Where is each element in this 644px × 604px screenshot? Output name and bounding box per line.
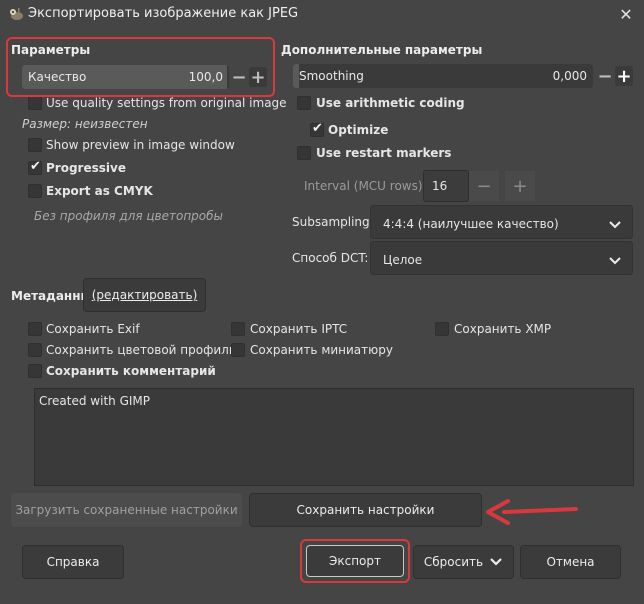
annotation-box-params [6,37,275,97]
save-defaults-button[interactable]: Сохранить настройки [249,493,482,527]
arithmetic-label: Use arithmetic coding [316,96,465,110]
show-preview-checkbox[interactable] [28,138,42,152]
show-preview-label: Show preview in image window [46,138,235,152]
progressive-checkbox[interactable] [28,159,42,175]
save-xmp-checkbox[interactable] [435,322,449,336]
dct-dropdown[interactable]: Целое [370,241,633,275]
help-button[interactable]: Справка [22,545,124,579]
interval-plus-button[interactable]: + [505,171,535,201]
subsampling-label: Subsampling [292,215,370,229]
interval-minus-button[interactable]: − [469,171,499,201]
save-comment-label: Сохранить комментарий [46,364,216,378]
subsampling-dropdown[interactable]: 4:4:4 (наилучшее качество) [370,205,633,239]
subsampling-value: 4:4:4 (наилучшее качество) [383,217,559,231]
cancel-button[interactable]: Отмена [520,545,621,579]
use-original-quality-label: Use quality settings from original image [46,96,287,110]
restart-markers-label: Use restart markers [316,146,452,160]
export-cmyk-checkbox[interactable] [28,184,42,198]
annotation-arrow-icon [486,499,578,525]
save-color-profile-checkbox[interactable] [28,343,42,357]
save-xmp-label: Сохранить XMP [454,322,552,336]
save-exif-checkbox[interactable] [28,322,42,336]
smoothing-slider[interactable]: Smoothing 0,000 [293,64,593,88]
progressive-label: Progressive [46,161,126,175]
close-icon[interactable]: ✕ [612,2,640,26]
arithmetic-checkbox[interactable] [297,96,311,110]
interval-input[interactable]: 16 [423,170,469,202]
reset-button[interactable]: Сбросить [413,545,514,579]
interval-label: Interval (MCU rows): [304,179,427,193]
profile-text: Без профиля для цветопробы [34,209,224,223]
save-thumbnail-checkbox[interactable] [231,343,245,357]
dct-value: Целое [383,253,423,267]
comment-textarea[interactable]: Created with GIMP [34,388,634,486]
size-text: Размер: неизвестен [22,117,148,131]
comment-text: Created with GIMP [39,394,151,408]
metadata-edit-button[interactable]: (редактировать) [83,278,206,312]
reset-label: Сбросить [423,555,484,569]
save-thumbnail-label: Сохранить миниатюру [250,343,393,357]
export-cmyk-label: Export as CMYK [46,184,153,198]
optimize-checkbox[interactable] [310,121,324,137]
window-title: Экспортировать изображение как JPEG [28,6,299,21]
chevron-down-icon [490,558,502,566]
save-iptc-checkbox[interactable] [231,322,245,336]
chevron-down-icon [609,221,621,229]
save-color-profile-label: Сохранить цветовой профиль [46,343,236,357]
smoothing-plus-button[interactable]: + [615,66,633,87]
interval-value: 16 [432,179,448,193]
save-comment-checkbox[interactable] [28,364,42,378]
save-iptc-label: Сохранить IPTC [250,322,348,336]
restart-markers-checkbox[interactable] [297,146,311,160]
gimp-wilber-icon [8,7,24,21]
annotation-box-export [300,539,410,583]
advanced-title: Дополнительные параметры [281,43,483,57]
use-original-quality-checkbox[interactable] [28,96,42,110]
smoothing-minus-button[interactable]: − [596,66,614,87]
save-exif-label: Сохранить Exif [46,322,140,336]
optimize-label: Optimize [328,123,389,137]
chevron-down-icon [609,257,621,265]
dct-label: Способ DCT: [292,251,369,265]
smoothing-value: 0,000 [552,69,587,83]
load-defaults-button[interactable]: Загрузить сохраненные настройки [11,493,242,527]
smoothing-label: Smoothing [299,69,364,83]
